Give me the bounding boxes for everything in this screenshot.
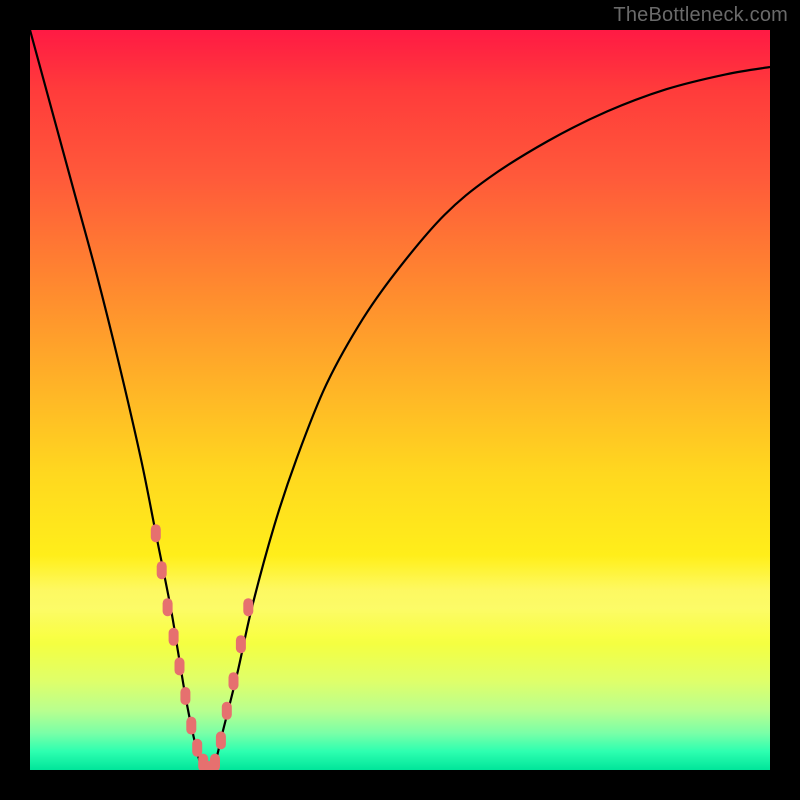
curve-marker	[222, 702, 232, 720]
plot-area	[30, 30, 770, 770]
curve-marker	[229, 672, 239, 690]
curve-marker	[186, 717, 196, 735]
curve-marker	[151, 524, 161, 542]
marker-group	[151, 524, 254, 770]
curve-marker	[157, 561, 167, 579]
curve-marker	[210, 754, 220, 770]
curve-marker	[192, 739, 202, 757]
curve-marker	[169, 628, 179, 646]
curve-marker	[180, 687, 190, 705]
curve-layer	[30, 30, 770, 770]
curve-marker	[163, 598, 173, 616]
chart-frame: TheBottleneck.com	[0, 0, 800, 800]
bottleneck-curve	[30, 30, 770, 770]
curve-marker	[243, 598, 253, 616]
curve-marker	[175, 657, 185, 675]
watermark-text: TheBottleneck.com	[613, 4, 788, 27]
curve-marker	[236, 635, 246, 653]
curve-marker	[216, 731, 226, 749]
